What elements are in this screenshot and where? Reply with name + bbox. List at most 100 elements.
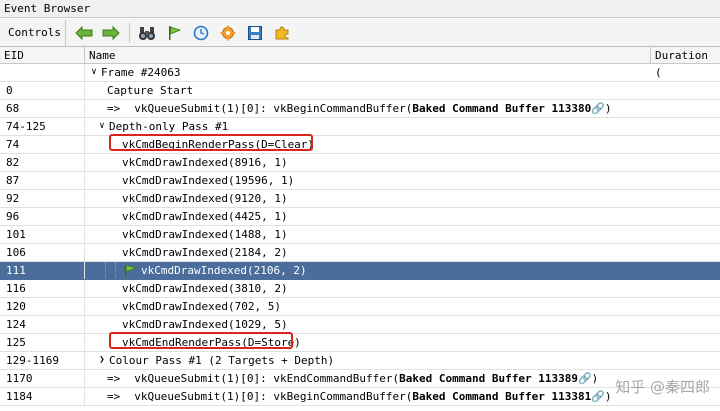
tree-row-selected[interactable]: 111 vkCmdDrawIndexed(2106, 2) — [0, 262, 720, 280]
row-eid: 125 — [0, 334, 85, 351]
column-header-name[interactable]: Name — [85, 47, 651, 63]
row-eid: 120 — [0, 298, 85, 315]
row-name: vkCmdDrawIndexed(3810, 2) — [122, 282, 288, 295]
row-eid: 129-1169 — [0, 352, 85, 369]
gear-icon — [220, 25, 236, 40]
row-name: vkCmdDrawIndexed(19596, 1) — [122, 174, 295, 187]
row-name: vkQueueSubmit(1)[0]: vkBeginCommandBuffe… — [134, 102, 413, 115]
tree-row[interactable]: 92 vkCmdDrawIndexed(9120, 1) — [0, 190, 720, 208]
save-button[interactable] — [243, 21, 267, 45]
event-tree: ∨ Frame #24063 0 Capture Start 68 => vkQ… — [0, 64, 720, 406]
command-buffer-link[interactable]: Baked Command Buffer 113389 — [399, 370, 578, 387]
row-name: vkCmdDrawIndexed(1029, 5) — [122, 318, 288, 331]
row-eid: 101 — [0, 226, 85, 243]
row-eid: 124 — [0, 316, 85, 333]
row-name: vkCmdDrawIndexed(9120, 1) — [122, 192, 288, 205]
bookmark-button[interactable] — [162, 21, 186, 45]
find-button[interactable] — [135, 21, 159, 45]
row-eid: 74-125 — [0, 118, 85, 135]
submit-arrow-icon: => — [107, 372, 121, 385]
row-name-tail: ) — [604, 102, 612, 115]
timing-button[interactable] — [189, 21, 213, 45]
tree-row[interactable]: 0 Capture Start — [0, 82, 720, 100]
flag-icon — [125, 265, 137, 277]
row-eid: 68 — [0, 100, 85, 117]
column-header-eid[interactable]: EID — [0, 47, 85, 63]
tree-row[interactable]: 116 vkCmdDrawIndexed(3810, 2) — [0, 280, 720, 298]
settings-button[interactable] — [216, 21, 240, 45]
link-icon: 🔗 — [591, 390, 605, 403]
row-eid: 87 — [0, 172, 85, 189]
arrow-right-icon — [102, 25, 120, 40]
window-title: Event Browser — [0, 0, 720, 18]
arrow-left-icon — [75, 25, 93, 40]
row-name: Colour Pass #1 (2 Targets + Depth) — [109, 354, 335, 367]
tree-row[interactable]: 87 vkCmdDrawIndexed(19596, 1) — [0, 172, 720, 190]
chevron-down-icon[interactable]: ∨ — [89, 64, 99, 81]
tree-row[interactable]: 96 vkCmdDrawIndexed(4425, 1) — [0, 208, 720, 226]
tree-row[interactable]: 74 vkCmdBeginRenderPass(D=Clear) — [0, 136, 720, 154]
row-name-tail: ) — [604, 390, 612, 403]
row-name: vkCmdDrawIndexed(1488, 1) — [122, 228, 288, 241]
row-eid: 1170 — [0, 370, 85, 387]
row-name-tail: ) — [591, 372, 599, 385]
tree-row[interactable]: 82 vkCmdDrawIndexed(8916, 1) — [0, 154, 720, 172]
row-eid: 96 — [0, 208, 85, 225]
row-name: vkQueueSubmit(1)[0]: vkEndCommandBuffer( — [134, 372, 400, 385]
row-eid: 106 — [0, 244, 85, 261]
link-icon: 🔗 — [591, 102, 605, 115]
row-eid: 116 — [0, 280, 85, 297]
tree-row[interactable]: 101 vkCmdDrawIndexed(1488, 1) — [0, 226, 720, 244]
row-name: vkCmdEndRenderPass(D=Store) — [122, 336, 301, 349]
tree-row[interactable]: 125 vkCmdEndRenderPass(D=Store) — [0, 334, 720, 352]
chevron-down-icon[interactable]: ∨ — [97, 118, 107, 135]
row-name: vkQueueSubmit(1)[0]: vkBeginCommandBuffe… — [134, 390, 413, 403]
row-name: vkCmdDrawIndexed(8916, 1) — [122, 156, 288, 169]
chevron-right-icon[interactable]: ❯ — [97, 352, 107, 369]
tree-row[interactable]: 120 vkCmdDrawIndexed(702, 5) — [0, 298, 720, 316]
row-eid: 92 — [0, 190, 85, 207]
column-header: EID Name Duration ( — [0, 47, 720, 79]
row-eid: 82 — [0, 154, 85, 171]
row-name: Capture Start — [107, 84, 194, 97]
row-name: Depth-only Pass #1 — [109, 120, 229, 133]
row-name: Frame #24063 — [101, 66, 181, 79]
puzzle-icon — [275, 25, 289, 39]
controls-label: Controls — [0, 19, 66, 46]
command-buffer-link[interactable]: Baked Command Buffer 113380 — [412, 100, 592, 117]
row-eid: 111 — [0, 262, 85, 279]
row-eid — [0, 64, 85, 81]
submit-arrow-icon: => — [107, 390, 121, 403]
tree-row[interactable]: 1170 => vkQueueSubmit(1)[0]: vkEndComman… — [0, 370, 720, 388]
link-icon: 🔗 — [577, 372, 592, 385]
row-name: vkCmdDrawIndexed(2184, 2) — [122, 246, 288, 259]
binoculars-icon — [138, 26, 155, 40]
tree-row[interactable]: ∨ Frame #24063 — [0, 64, 720, 82]
clock-icon — [193, 25, 209, 40]
tree-row[interactable]: 1184 => vkQueueSubmit(1)[0]: vkBeginComm… — [0, 388, 720, 406]
row-eid: 1184 — [0, 388, 85, 405]
tree-row[interactable]: 124 vkCmdDrawIndexed(1029, 5) — [0, 316, 720, 334]
extensions-button[interactable] — [270, 21, 294, 45]
watermark: 知乎 @秦四郎 — [615, 378, 710, 396]
command-buffer-link[interactable]: Baked Command Buffer 113381 — [412, 388, 592, 405]
forward-button[interactable] — [99, 21, 123, 45]
tree-row[interactable]: 68 => vkQueueSubmit(1)[0]: vkBeginComman… — [0, 100, 720, 118]
toolbar-separator — [128, 22, 130, 43]
tree-guide-line — [105, 262, 106, 279]
tree-row[interactable]: 129-1169 ❯ Colour Pass #1 (2 Targets + D… — [0, 352, 720, 370]
tree-guide-line — [115, 262, 116, 279]
column-header-duration[interactable]: Duration ( — [651, 47, 720, 79]
row-name: vkCmdDrawIndexed(2106, 2) — [141, 264, 307, 277]
back-button[interactable] — [72, 21, 96, 45]
row-name: vkCmdBeginRenderPass(D=Clear) — [122, 138, 315, 151]
row-eid: 0 — [0, 82, 85, 99]
tree-row[interactable]: 74-125 ∨ Depth-only Pass #1 — [0, 118, 720, 136]
toolbar: Controls — [0, 19, 720, 47]
row-name: vkCmdDrawIndexed(4425, 1) — [122, 210, 288, 223]
save-icon — [247, 25, 262, 40]
tree-row[interactable]: 106 vkCmdDrawIndexed(2184, 2) — [0, 244, 720, 262]
flag-icon — [168, 25, 182, 40]
submit-arrow-icon: => — [107, 102, 121, 115]
row-name: vkCmdDrawIndexed(702, 5) — [122, 300, 281, 313]
